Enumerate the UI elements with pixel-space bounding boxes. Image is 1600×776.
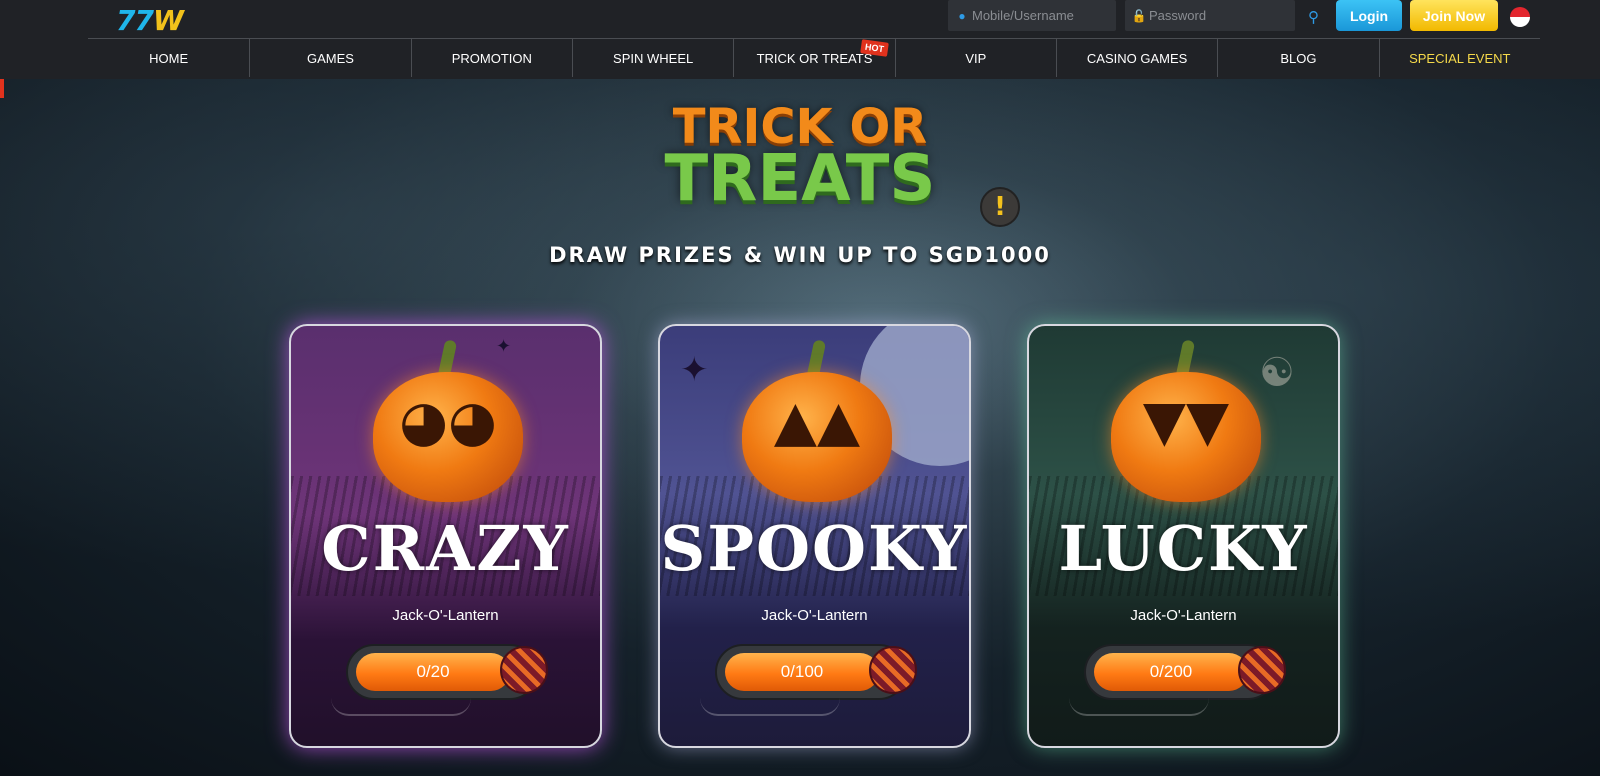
key-icon[interactable]: ⚲: [1308, 8, 1319, 26]
card-subtitle: Jack-O'-Lantern: [761, 607, 868, 624]
nav-casino-games[interactable]: CASINO GAMES: [1055, 39, 1217, 77]
nav-spin-wheel[interactable]: SPIN WHEEL: [571, 39, 733, 77]
progress-fill: 0/20: [356, 653, 510, 691]
cobweb-decoration: [700, 698, 840, 716]
card-crazy[interactable]: ✦ ◕◕ CRAZY Jack-O'-Lantern 0/20: [289, 324, 602, 748]
pumpkin-face: ▼▼: [1142, 389, 1230, 454]
main-nav: HOME GAMES PROMOTION SPIN WHEEL TRICK OR…: [88, 39, 1540, 77]
cobweb-decoration: [1069, 698, 1209, 716]
pumpkin-face: ◕◕: [399, 389, 497, 454]
card-subtitle: Jack-O'-Lantern: [1130, 607, 1237, 624]
pumpkin-face: ▲▲: [773, 389, 861, 454]
username-field[interactable]: ●: [948, 0, 1116, 31]
pumpkin-image: ▼▼: [1111, 372, 1261, 502]
edge-marker: [0, 79, 4, 98]
nav-home[interactable]: HOME: [88, 39, 249, 77]
candy-icon: [500, 646, 548, 694]
password-field[interactable]: 🔓: [1125, 0, 1295, 31]
nav-promotion[interactable]: PROMOTION: [410, 39, 572, 77]
event-title-line2: TREATS: [664, 142, 936, 216]
user-icon: ●: [958, 8, 966, 23]
join-now-button[interactable]: Join Now: [1410, 0, 1498, 31]
progress-fill: 0/200: [1094, 653, 1248, 691]
card-spooky[interactable]: ✦ ▲▲ SPOOKY Jack-O'-Lantern 0/100: [658, 324, 971, 748]
card-title: CRAZY: [321, 512, 570, 585]
card-title: LUCKY: [1058, 512, 1309, 585]
nav-trick-or-treats-label: TRICK OR TREATS: [756, 50, 873, 66]
progress-bar: 0/20: [346, 644, 548, 700]
card-subtitle: Jack-O'-Lantern: [392, 607, 499, 624]
card-title: SPOOKY: [660, 512, 969, 585]
progress-bar: 0/100: [715, 644, 917, 700]
nav-games[interactable]: GAMES: [249, 39, 410, 77]
progress-bar: 0/200: [1084, 644, 1286, 700]
pumpkin-image: ◕◕: [373, 372, 523, 502]
username-input[interactable]: [972, 8, 1112, 23]
bat-icon: ✦: [496, 336, 512, 356]
password-input[interactable]: [1149, 8, 1289, 23]
event-subtitle: DRAW PRIZES & WIN UP TO SGD1000: [549, 243, 1051, 267]
candy-icon: [869, 646, 917, 694]
progress-text: 0/100: [780, 662, 824, 681]
logo-main: 77: [116, 4, 154, 37]
login-button[interactable]: Login: [1336, 0, 1402, 31]
bat-icon: ✦: [680, 351, 709, 389]
exclamation-icon[interactable]: !: [980, 187, 1020, 227]
nav-trick-or-treats[interactable]: TRICK OR TREATS HOT: [733, 39, 894, 77]
card-lucky[interactable]: ☯ ▼▼ LUCKY Jack-O'-Lantern 0/200: [1027, 324, 1340, 748]
singapore-flag-icon[interactable]: [1510, 7, 1530, 27]
nav-vip[interactable]: VIP: [894, 39, 1056, 77]
progress-fill: 0/100: [725, 653, 879, 691]
site-logo[interactable]: 77W: [116, 4, 184, 37]
candy-icon: [1238, 646, 1286, 694]
cobweb-decoration: [331, 698, 471, 716]
site-header: 77W ● 🔓 ⚲ Login Join Now HOME GAMES PROM…: [0, 0, 1600, 79]
nav-blog[interactable]: BLOG: [1217, 39, 1378, 77]
progress-text: 0/20: [416, 662, 450, 681]
nav-special-event[interactable]: SPECIAL EVENT: [1378, 39, 1540, 77]
lock-icon: 🔓: [1131, 8, 1147, 23]
pumpkin-image: ▲▲: [742, 372, 892, 502]
logo-accent: W: [152, 4, 184, 37]
ghost-icon: ☯: [1259, 351, 1295, 395]
progress-text: 0/200: [1149, 662, 1193, 681]
